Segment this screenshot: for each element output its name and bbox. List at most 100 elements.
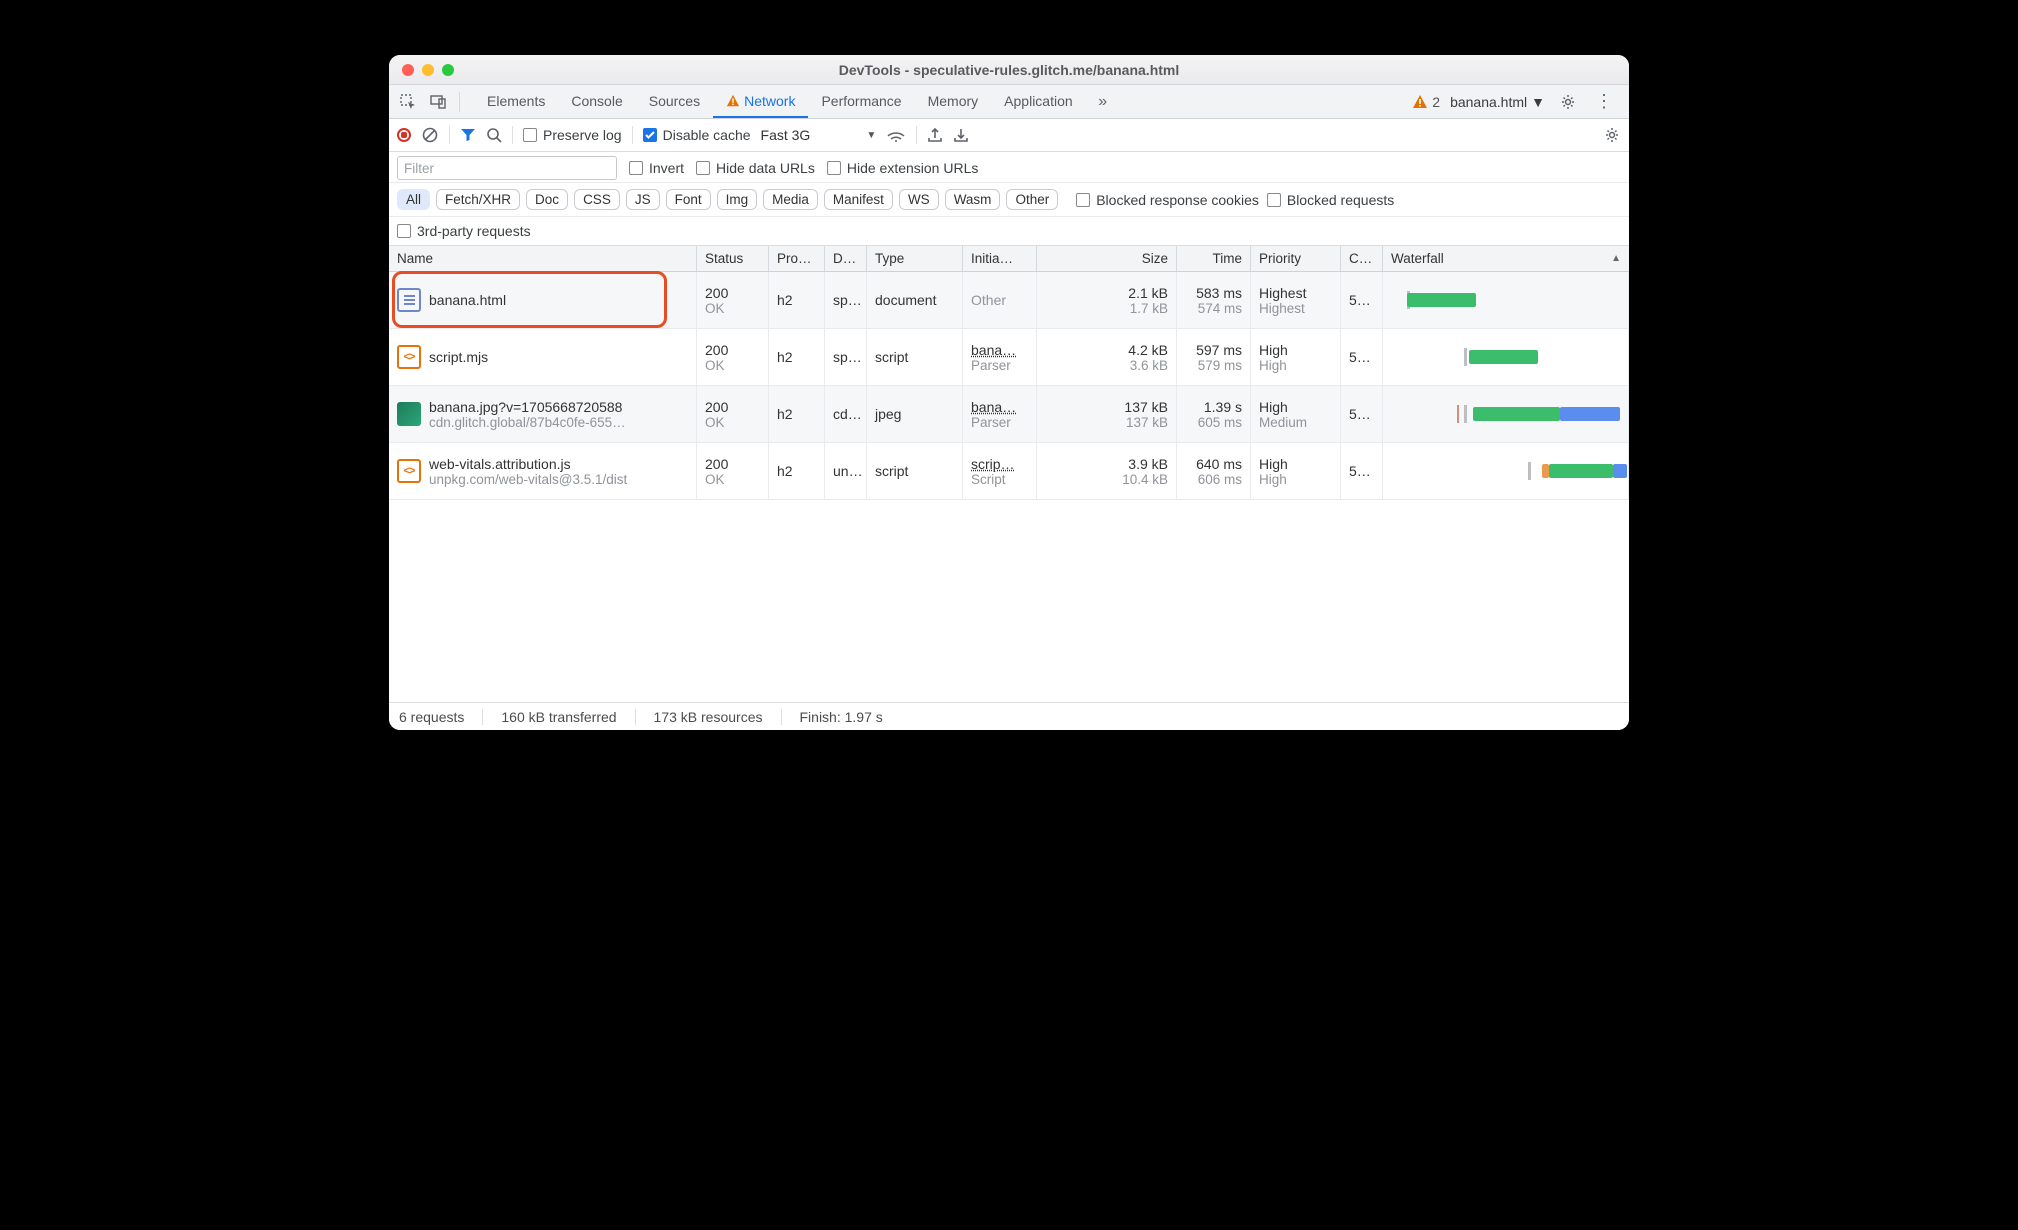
network-settings-icon[interactable]: [1603, 126, 1621, 144]
col-initiator[interactable]: Initia…: [963, 246, 1037, 271]
cell-connection: 5…: [1341, 329, 1383, 385]
inspect-icon[interactable]: [395, 89, 421, 115]
kebab-menu-icon[interactable]: ⋮: [1591, 89, 1617, 115]
search-icon[interactable]: [486, 127, 502, 143]
third-party-checkbox[interactable]: 3rd-party requests: [397, 223, 531, 239]
request-row[interactable]: banana.jpg?v=1705668720588cdn.glitch.glo…: [389, 386, 1629, 443]
type-pill-manifest[interactable]: Manifest: [824, 189, 893, 210]
grid-header: Name Status Pro… D… Type Initia… Size Ti…: [389, 246, 1629, 272]
cell-priority: HighHigh: [1251, 329, 1341, 385]
type-pill-all[interactable]: All: [397, 189, 430, 210]
type-pill-font[interactable]: Font: [666, 189, 711, 210]
more-tabs-icon[interactable]: »: [1090, 89, 1116, 115]
invert-checkbox[interactable]: Invert: [629, 160, 684, 176]
warnings-badge[interactable]: 2: [1412, 94, 1440, 110]
disable-cache-checkbox[interactable]: Disable cache: [643, 127, 751, 143]
hide-ext-urls-checkbox[interactable]: Hide extension URLs: [827, 160, 979, 176]
throttling-select[interactable]: Fast 3G ▼: [761, 127, 877, 143]
blocked-cookies-checkbox[interactable]: Blocked response cookies: [1076, 192, 1259, 208]
export-har-icon[interactable]: [927, 127, 943, 143]
minimize-icon[interactable]: [422, 64, 434, 76]
preserve-log-label: Preserve log: [543, 127, 622, 143]
status-bar: 6 requests 160 kB transferred 173 kB res…: [389, 702, 1629, 730]
cell-size: 2.1 kB1.7 kB: [1037, 272, 1177, 328]
status-finish: Finish: 1.97 s: [800, 709, 883, 725]
col-protocol[interactable]: Pro…: [769, 246, 825, 271]
col-waterfall[interactable]: Waterfall▲: [1383, 246, 1629, 271]
chevron-down-icon: ▼: [1531, 94, 1545, 110]
cell-type: script: [867, 329, 963, 385]
cell-connection: 5…: [1341, 386, 1383, 442]
target-context[interactable]: banana.html ▼: [1450, 94, 1545, 110]
tab-console[interactable]: Console: [558, 85, 635, 118]
cell-name: banana.html: [389, 272, 697, 328]
type-pill-ws[interactable]: WS: [899, 189, 939, 210]
cell-status: 200OK: [697, 329, 769, 385]
cell-waterfall: [1383, 272, 1629, 328]
type-pill-media[interactable]: Media: [763, 189, 818, 210]
type-pill-other[interactable]: Other: [1006, 189, 1058, 210]
close-icon[interactable]: [402, 64, 414, 76]
filter-toggle-icon[interactable]: [460, 127, 476, 143]
tab-application[interactable]: Application: [991, 85, 1086, 118]
cell-domain: cd…: [825, 386, 867, 442]
settings-icon[interactable]: [1555, 89, 1581, 115]
filter-input[interactable]: [397, 156, 617, 180]
extra-filter-row: 3rd-party requests: [389, 217, 1629, 246]
context-label: banana.html: [1450, 94, 1527, 110]
col-priority[interactable]: Priority: [1251, 246, 1341, 271]
type-pill-fetchxhr[interactable]: Fetch/XHR: [436, 189, 520, 210]
request-row[interactable]: <>script.mjs200OKh2sp…scriptbana…Parser4…: [389, 329, 1629, 386]
cell-initiator: scrip…Script: [963, 443, 1037, 499]
col-status[interactable]: Status: [697, 246, 769, 271]
col-connection[interactable]: C…: [1341, 246, 1383, 271]
col-type[interactable]: Type: [867, 246, 963, 271]
tab-memory[interactable]: Memory: [915, 85, 992, 118]
cell-time: 640 ms606 ms: [1177, 443, 1251, 499]
record-button[interactable]: [397, 128, 411, 142]
tab-network[interactable]: Network: [713, 85, 808, 118]
cell-waterfall: [1383, 329, 1629, 385]
hide-data-urls-checkbox[interactable]: Hide data URLs: [696, 160, 815, 176]
blocked-requests-checkbox[interactable]: Blocked requests: [1267, 192, 1394, 208]
warnings-count: 2: [1432, 94, 1440, 110]
cell-domain: sp…: [825, 272, 867, 328]
chevron-down-icon: ▼: [866, 130, 876, 141]
tab-performance[interactable]: Performance: [808, 85, 914, 118]
network-conditions-icon[interactable]: [886, 127, 906, 143]
cell-initiator: Other: [963, 272, 1037, 328]
type-pill-css[interactable]: CSS: [574, 189, 620, 210]
cell-status: 200OK: [697, 386, 769, 442]
cell-protocol: h2: [769, 386, 825, 442]
cell-waterfall: [1383, 443, 1629, 499]
clear-button[interactable]: [421, 126, 439, 144]
cell-time: 1.39 s605 ms: [1177, 386, 1251, 442]
type-pill-doc[interactable]: Doc: [526, 189, 568, 210]
cell-initiator: bana…Parser: [963, 329, 1037, 385]
col-time[interactable]: Time: [1177, 246, 1251, 271]
cell-time: 597 ms579 ms: [1177, 329, 1251, 385]
type-pill-img[interactable]: Img: [717, 189, 758, 210]
device-toggle-icon[interactable]: [425, 89, 451, 115]
preserve-log-checkbox[interactable]: Preserve log: [523, 127, 622, 143]
request-row[interactable]: banana.html200OKh2sp…documentOther2.1 kB…: [389, 272, 1629, 329]
import-har-icon[interactable]: [953, 127, 969, 143]
type-pill-wasm[interactable]: Wasm: [945, 189, 1001, 210]
col-name[interactable]: Name: [389, 246, 697, 271]
tab-sources[interactable]: Sources: [636, 85, 713, 118]
type-pill-js[interactable]: JS: [626, 189, 660, 210]
tab-elements[interactable]: Elements: [474, 85, 558, 118]
zoom-icon[interactable]: [442, 64, 454, 76]
col-size[interactable]: Size: [1037, 246, 1177, 271]
script-icon: <>: [397, 459, 421, 483]
cell-type: script: [867, 443, 963, 499]
request-row[interactable]: <>web-vitals.attribution.jsunpkg.com/web…: [389, 443, 1629, 500]
col-domain[interactable]: D…: [825, 246, 867, 271]
filter-bar: Invert Hide data URLs Hide extension URL…: [389, 152, 1629, 183]
devtools-window: DevTools - speculative-rules.glitch.me/b…: [389, 55, 1629, 730]
cell-size: 3.9 kB10.4 kB: [1037, 443, 1177, 499]
cell-protocol: h2: [769, 329, 825, 385]
status-transferred: 160 kB transferred: [501, 709, 616, 725]
disable-cache-label: Disable cache: [663, 127, 751, 143]
cell-type: jpeg: [867, 386, 963, 442]
